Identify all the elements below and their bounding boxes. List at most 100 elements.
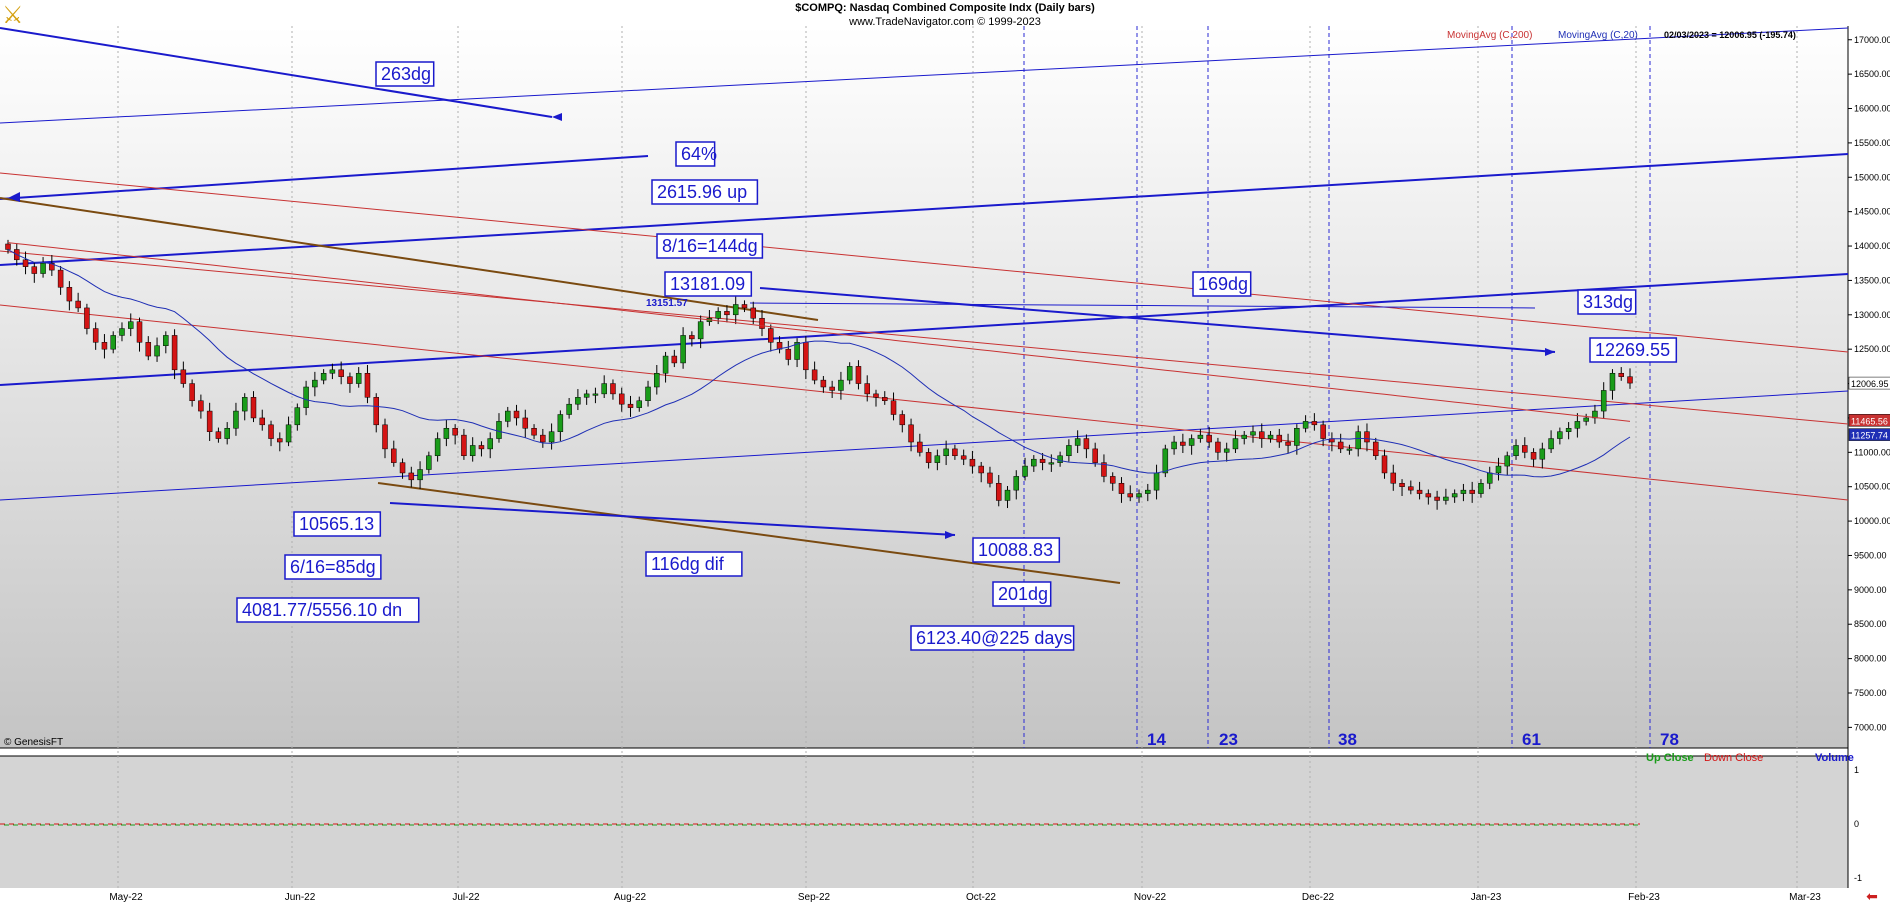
candle-down [1399, 483, 1405, 487]
candle-down [478, 445, 485, 450]
candle-down [399, 462, 406, 474]
price-tag-label: 12006.95 [1851, 379, 1889, 389]
candle-up [1031, 458, 1037, 467]
up-close-legend: Up Close [1646, 752, 1694, 764]
candle-down [1627, 376, 1633, 384]
chart-subtitle: www.TradeNavigator.com © 1999-2023 [849, 16, 1041, 28]
candle-down [987, 472, 993, 484]
y-tick-label: 13000.00 [1854, 310, 1890, 320]
candle-up [1600, 390, 1607, 412]
candle-down [31, 266, 38, 274]
candle-up [1548, 438, 1554, 450]
candle-down [1434, 496, 1440, 501]
candle-down [1469, 489, 1475, 494]
ma20-legend: MovingAvg (C,20) [1558, 30, 1638, 41]
candle-up [1302, 421, 1309, 429]
annotation-label: 313dg [1583, 292, 1633, 312]
candle-up [1223, 448, 1230, 453]
candle-down [75, 300, 81, 309]
candle-up [233, 410, 239, 429]
candle-down [1083, 438, 1090, 450]
candle-up [312, 379, 318, 388]
candle-down [969, 458, 976, 467]
candle-down [408, 472, 415, 481]
candle-up [40, 262, 46, 274]
y-tick-label: 15500.00 [1854, 138, 1890, 148]
candle-up [110, 335, 116, 350]
watermark: © GenesisFT [4, 737, 64, 748]
candle-down [347, 376, 353, 384]
candle-up [434, 438, 441, 457]
date-axis-bg [0, 888, 1890, 906]
y-tick-label: 17000.00 [1854, 35, 1890, 45]
y-tick-label: 14000.00 [1854, 241, 1890, 251]
candle-down [917, 441, 923, 453]
x-tick-label: May-22 [109, 892, 143, 903]
annotation-label: 4081.77/5556.10 dn [242, 600, 402, 620]
app-logo: ⚔ [2, 2, 24, 29]
x-tick-label: Sep-22 [798, 892, 831, 903]
y-tick-label: 15000.00 [1854, 172, 1890, 182]
price-tag-label: 11257.74 [1851, 431, 1888, 441]
candle-up [934, 455, 941, 463]
candle-up [645, 386, 651, 402]
ma200-legend: MovingAvg (C,200) [1447, 30, 1533, 41]
candle-down [373, 397, 379, 426]
candle-down [66, 287, 73, 302]
candle-up [1048, 462, 1055, 465]
candle-down [995, 483, 1002, 501]
candle-down [1039, 458, 1046, 463]
x-tick-label: Nov-22 [1134, 892, 1167, 903]
candle-up [566, 403, 572, 415]
candle-down [145, 342, 152, 357]
quote-readout: 02/03/2023 = 12006.95 (-195.74) [1664, 30, 1796, 40]
candle-up [715, 311, 721, 319]
candle-down [873, 393, 879, 398]
candle-up [1241, 434, 1247, 439]
candle-up [680, 335, 686, 364]
candle-up [1145, 489, 1151, 494]
candle-down [1118, 483, 1125, 494]
candle-down [1364, 431, 1370, 443]
x-tick-label: Feb-23 [1628, 892, 1660, 903]
y-tick-label: 7000.00 [1854, 722, 1887, 732]
candle-down [268, 424, 274, 439]
x-tick-label: Dec-22 [1302, 892, 1335, 903]
candle-up [1355, 431, 1361, 450]
annotation-plain: 13151.57 [646, 298, 688, 309]
annotation-label: 64% [681, 144, 717, 164]
candle-up [1478, 483, 1484, 494]
candle-down [1372, 441, 1379, 457]
candle-down [1206, 434, 1212, 443]
candle-down [338, 369, 344, 377]
candle-down [759, 317, 765, 329]
candle-down [978, 465, 984, 474]
candle-down [1337, 441, 1344, 450]
chart-title: $COMPQ: Nasdaq Combined Composite Indx (… [795, 2, 1095, 14]
candle-up [417, 469, 423, 481]
candle-down [750, 307, 756, 319]
annotation-label: 10088.83 [978, 540, 1053, 560]
candle-down [5, 243, 11, 250]
candle-up [426, 455, 432, 470]
candle-down [92, 328, 99, 343]
candle-up [496, 421, 502, 439]
candle-up [127, 321, 134, 329]
volume-tick-label: 1 [1854, 765, 1859, 775]
candle-down [1425, 493, 1432, 498]
candle-up [294, 407, 301, 426]
candle-down [540, 434, 546, 443]
volume-tick-label: 0 [1854, 819, 1859, 829]
candle-down [171, 335, 178, 371]
candle-up [1346, 448, 1353, 451]
y-tick-label: 9500.00 [1854, 550, 1887, 560]
x-tick-label: Jun-22 [285, 892, 316, 903]
chart: May-22 Jun-22 Jul-22 Aug-22 Sep-22 Oct-22 Nov-… [0, 0, 1890, 906]
candle-down [1320, 424, 1326, 439]
candle-down [382, 424, 388, 450]
candle-down [1311, 421, 1318, 426]
candle-up [1294, 428, 1300, 446]
scroll-arrow-icon[interactable]: ⬅ [1856, 889, 1888, 904]
candle-down [531, 428, 537, 436]
y-tick-label: 16000.00 [1854, 104, 1890, 114]
